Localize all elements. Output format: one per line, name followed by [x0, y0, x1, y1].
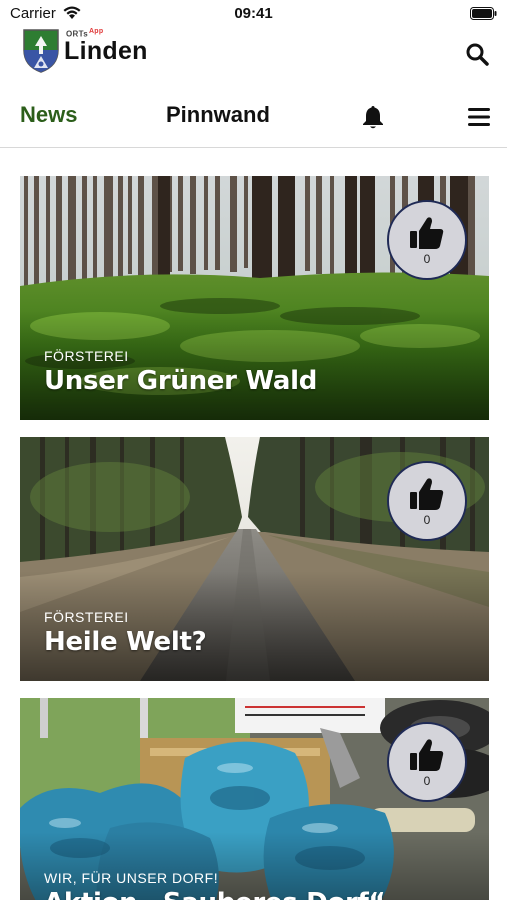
like-count: 0 [423, 513, 431, 527]
tab-news[interactable]: News [20, 102, 77, 128]
app-header: ORTsApp Linden [0, 26, 507, 76]
article-title: Heile Welt? [44, 627, 207, 657]
news-card[interactable]: FÖRSTEREI Unser Grüner Wald 0 [20, 176, 489, 420]
article-category: WIR, FÜR UNSER DORF! [44, 870, 219, 886]
logo-shield-icon [23, 29, 59, 73]
like-button[interactable]: 0 [387, 722, 467, 802]
app-logo-name: Linden [64, 37, 148, 65]
search-icon[interactable] [465, 42, 489, 66]
thumbs-up-icon [410, 217, 444, 249]
image-gradient-overlay [20, 571, 489, 681]
article-category: FÖRSTEREI [44, 348, 129, 364]
news-card[interactable]: WIR, FÜR UNSER DORF! Aktion „Sauberes Do… [20, 698, 489, 900]
like-button[interactable]: 0 [387, 461, 467, 541]
status-bar: Carrier 09:41 [0, 0, 507, 28]
hamburger-menu-icon[interactable] [468, 108, 490, 126]
thumbs-up-icon [410, 478, 444, 510]
header-divider [0, 147, 507, 148]
tab-pinnwand[interactable]: Pinnwand [166, 102, 270, 128]
news-card[interactable]: FÖRSTEREI Heile Welt? 0 [20, 437, 489, 681]
article-category: FÖRSTEREI [44, 609, 129, 625]
bell-icon[interactable] [361, 104, 385, 130]
article-title: Unser Grüner Wald [44, 366, 318, 396]
battery-icon [470, 7, 497, 20]
like-count: 0 [423, 252, 431, 266]
like-count: 0 [423, 774, 431, 788]
tab-bar: News Pinnwand [0, 98, 507, 138]
image-gradient-overlay [20, 310, 489, 420]
status-time: 09:41 [234, 5, 273, 22]
thumbs-up-icon [410, 739, 444, 771]
article-title: Aktion „Sauberes Dorf“ [44, 888, 386, 900]
like-button[interactable]: 0 [387, 200, 467, 280]
